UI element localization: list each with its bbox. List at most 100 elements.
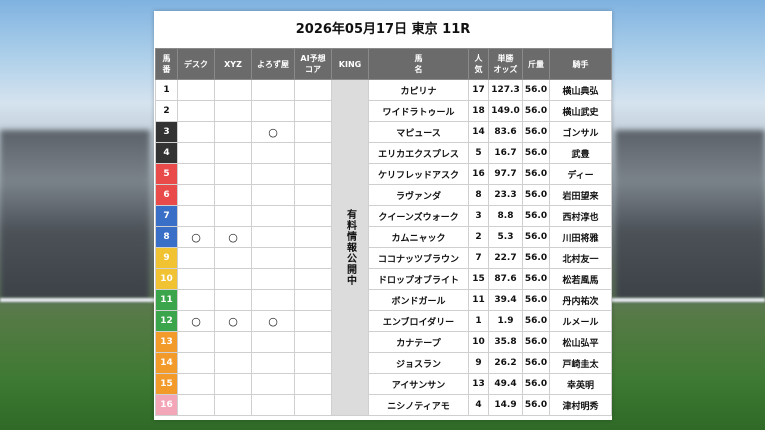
xyz-mark	[214, 373, 252, 395]
yoroshiku-mark	[251, 352, 295, 374]
col-desk: デスク	[177, 48, 215, 80]
xyz-mark	[214, 100, 252, 122]
win-odds: 1.9	[488, 310, 523, 332]
jockey-name: 岩田望来	[549, 184, 612, 206]
ai-mark	[294, 142, 332, 164]
weight-carried: 56.0	[522, 352, 550, 374]
xyz-mark	[214, 289, 252, 311]
yoroshiku-mark	[251, 100, 295, 122]
horse-name: ドロップオブライト	[368, 268, 469, 290]
jockey-name: 西村淳也	[549, 205, 612, 227]
xyz-mark	[214, 331, 252, 353]
jockey-name: 津村明秀	[549, 394, 612, 416]
weight-carried: 56.0	[522, 121, 550, 143]
horse-number: 3	[155, 121, 178, 143]
ai-mark	[294, 184, 332, 206]
win-odds: 39.4	[488, 289, 523, 311]
horse-number: 6	[155, 184, 178, 206]
xyz-mark	[214, 163, 252, 185]
horse-number: 1	[155, 79, 178, 101]
desk-mark	[177, 268, 215, 290]
table-row: 10 ドロップオブライト 15 87.6 56.0 松若風馬	[155, 268, 612, 290]
col-popularity: 人 気	[468, 48, 489, 80]
desk-mark	[177, 289, 215, 311]
desk-mark	[177, 331, 215, 353]
popularity: 5	[468, 142, 489, 164]
horse-number: 15	[155, 373, 178, 395]
popularity: 16	[468, 163, 489, 185]
table-row: 13 カナテープ 10 35.8 56.0 松山弘平	[155, 331, 612, 353]
popularity: 7	[468, 247, 489, 269]
desk-mark	[177, 205, 215, 227]
popularity: 10	[468, 331, 489, 353]
horse-name: マピュース	[368, 121, 469, 143]
horse-name: ボンドガール	[368, 289, 469, 311]
win-odds: 22.7	[488, 247, 523, 269]
xyz-mark	[214, 352, 252, 374]
desk-mark: ○	[177, 310, 215, 332]
desk-mark	[177, 394, 215, 416]
xyz-mark	[214, 394, 252, 416]
jockey-name: ルメール	[549, 310, 612, 332]
horse-name: ワイドラトゥール	[368, 100, 469, 122]
table-header-row: 馬 番 デスク XYZ よろず屋 AI予想 コア KING 馬 名 人 気 単勝…	[155, 48, 612, 80]
col-horse: 馬 名	[368, 48, 469, 80]
xyz-mark: ○	[214, 226, 252, 248]
win-odds: 149.0	[488, 100, 523, 122]
weight-carried: 56.0	[522, 184, 550, 206]
xyz-mark	[214, 205, 252, 227]
table-row: 14 ジョスラン 9 26.2 56.0 戸崎圭太	[155, 352, 612, 374]
king-paid-info[interactable]: 有料情報公開中	[331, 79, 369, 416]
col-jockey: 騎手	[549, 48, 612, 80]
yoroshiku-mark	[251, 79, 295, 101]
horse-name: ラヴァンダ	[368, 184, 469, 206]
jockey-name: 横山武史	[549, 100, 612, 122]
popularity: 1	[468, 310, 489, 332]
ai-mark	[294, 121, 332, 143]
ai-mark	[294, 226, 332, 248]
horse-number: 5	[155, 163, 178, 185]
ai-mark	[294, 331, 332, 353]
popularity: 3	[468, 205, 489, 227]
table-row: 16 ニシノティアモ 4 14.9 56.0 津村明秀	[155, 394, 612, 416]
popularity: 17	[468, 79, 489, 101]
horse-number: 4	[155, 142, 178, 164]
horse-name: アイサンサン	[368, 373, 469, 395]
ai-mark	[294, 289, 332, 311]
horse-number: 12	[155, 310, 178, 332]
ai-mark	[294, 163, 332, 185]
ai-mark	[294, 268, 332, 290]
yoroshiku-mark	[251, 394, 295, 416]
xyz-mark	[214, 142, 252, 164]
horse-number: 10	[155, 268, 178, 290]
win-odds: 26.2	[488, 352, 523, 374]
horse-number: 9	[155, 247, 178, 269]
table-row: 9 ココナッツブラウン 7 22.7 56.0 北村友一	[155, 247, 612, 269]
desk-mark	[177, 121, 215, 143]
horse-name: エンブロイダリー	[368, 310, 469, 332]
col-xyz: XYZ	[214, 48, 252, 80]
weight-carried: 56.0	[522, 205, 550, 227]
xyz-mark	[214, 268, 252, 290]
table-row: 1 有料情報公開中 カピリナ 17 127.3 56.0 横山典弘	[155, 79, 612, 416]
xyz-mark	[214, 247, 252, 269]
race-title: 2026年05月17日 東京 11R	[295, 22, 471, 37]
ai-mark	[294, 247, 332, 269]
jockey-name: 戸崎圭太	[549, 352, 612, 374]
table-row: 8 ○ ○ カムニャック 2 5.3 56.0 川田将雅	[155, 226, 612, 248]
ai-mark	[294, 79, 332, 101]
weight-carried: 56.0	[522, 331, 550, 353]
horse-name: カナテープ	[368, 331, 469, 353]
yoroshiku-mark	[251, 163, 295, 185]
weight-carried: 56.0	[522, 394, 550, 416]
xyz-mark: ○	[214, 310, 252, 332]
desk-mark: ○	[177, 226, 215, 248]
horse-name: クイーンズウォーク	[368, 205, 469, 227]
ai-mark	[294, 100, 332, 122]
yoroshiku-mark	[251, 331, 295, 353]
col-umaban: 馬 番	[155, 48, 178, 80]
weight-carried: 56.0	[522, 373, 550, 395]
win-odds: 49.4	[488, 373, 523, 395]
ai-mark	[294, 373, 332, 395]
yoroshiku-mark	[251, 226, 295, 248]
